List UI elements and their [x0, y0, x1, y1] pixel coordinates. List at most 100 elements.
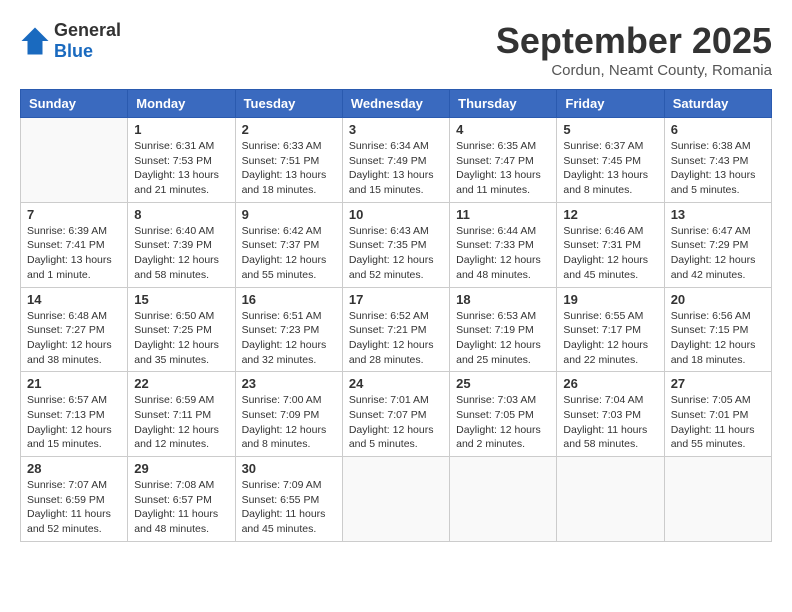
day-number: 26 — [563, 376, 657, 391]
day-info: Sunrise: 6:38 AM Sunset: 7:43 PM Dayligh… — [671, 139, 765, 198]
day-number: 10 — [349, 207, 443, 222]
calendar-cell: 13Sunrise: 6:47 AM Sunset: 7:29 PM Dayli… — [664, 202, 771, 287]
calendar-cell: 27Sunrise: 7:05 AM Sunset: 7:01 PM Dayli… — [664, 372, 771, 457]
day-number: 16 — [242, 292, 336, 307]
calendar-cell — [664, 457, 771, 542]
calendar-cell — [21, 118, 128, 203]
month-title: September 2025 — [496, 20, 772, 62]
day-number: 23 — [242, 376, 336, 391]
day-number: 1 — [134, 122, 228, 137]
calendar-cell: 29 Sunrise: 7:08 AM Sunset: 6:57 PM Dayli… — [128, 457, 235, 542]
calendar-cell: 14 Sunrise: 6:48 AM Sunset: 7:27 PM Dayli… — [21, 287, 128, 372]
calendar-cell: 16 Sunrise: 6:51 AM Sunset: 7:23 PM Dayli… — [235, 287, 342, 372]
day-number: 25 — [456, 376, 550, 391]
calendar-cell: 25 Sunrise: 7:03 AM Sunset: 7:05 PM Dayli… — [450, 372, 557, 457]
day-info: Sunrise: 6:35 AM Sunset: 7:47 PM Dayligh… — [456, 139, 550, 198]
day-info: Sunrise: 6:34 AM Sunset: 7:49 PM Dayligh… — [349, 139, 443, 198]
day-number: 3 — [349, 122, 443, 137]
calendar-cell: 3 Sunrise: 6:34 AM Sunset: 7:49 PM Daylig… — [342, 118, 449, 203]
calendar-week-row: 1 Sunrise: 6:31 AM Sunset: 7:53 PM Daylig… — [21, 118, 772, 203]
day-number: 7 — [27, 207, 121, 222]
day-number: 20 — [671, 292, 765, 307]
calendar-table: SundayMondayTuesdayWednesdayThursdayFrid… — [20, 89, 772, 542]
calendar-cell: 10 Sunrise: 6:43 AM Sunset: 7:35 PM Dayli… — [342, 202, 449, 287]
calendar-cell: 6 Sunrise: 6:38 AM Sunset: 7:43 PM Daylig… — [664, 118, 771, 203]
day-info: Sunrise: 6:56 AM Sunset: 7:15 PM Dayligh… — [671, 309, 765, 368]
calendar-week-row: 7 Sunrise: 6:39 AM Sunset: 7:41 PM Daylig… — [21, 202, 772, 287]
day-number: 8 — [134, 207, 228, 222]
day-info: Sunrise: 6:44 AM Sunset: 7:33 PM Dayligh… — [456, 224, 550, 283]
day-number: 12 — [563, 207, 657, 222]
day-number: 18 — [456, 292, 550, 307]
day-info: Sunrise: 6:52 AM Sunset: 7:21 PM Dayligh… — [349, 309, 443, 368]
day-info: Sunrise: 6:51 AM Sunset: 7:23 PM Dayligh… — [242, 309, 336, 368]
day-info: Sunrise: 7:03 AM Sunset: 7:05 PM Dayligh… — [456, 393, 550, 452]
day-info: Sunrise: 6:53 AM Sunset: 7:19 PM Dayligh… — [456, 309, 550, 368]
day-number: 30 — [242, 461, 336, 476]
day-info: Sunrise: 6:46 AM Sunset: 7:31 PM Dayligh… — [563, 224, 657, 283]
weekday-header: Wednesday — [342, 90, 449, 118]
day-number: 28 — [27, 461, 121, 476]
calendar-cell: 21 Sunrise: 6:57 AM Sunset: 7:13 PM Dayli… — [21, 372, 128, 457]
day-number: 14 — [27, 292, 121, 307]
calendar-cell: 1 Sunrise: 6:31 AM Sunset: 7:53 PM Daylig… — [128, 118, 235, 203]
day-number: 21 — [27, 376, 121, 391]
day-number: 15 — [134, 292, 228, 307]
weekday-header: Saturday — [664, 90, 771, 118]
title-block: September 2025 Cordun, Neamt County, Rom… — [496, 20, 772, 79]
day-number: 27 — [671, 376, 765, 391]
day-info: Sunrise: 6:50 AM Sunset: 7:25 PM Dayligh… — [134, 309, 228, 368]
weekday-header: Tuesday — [235, 90, 342, 118]
day-info: Sunrise: 6:48 AM Sunset: 7:27 PM Dayligh… — [27, 309, 121, 368]
day-info: Sunrise: 6:39 AM Sunset: 7:41 PM Dayligh… — [27, 224, 121, 283]
logo-text: General Blue — [54, 20, 121, 62]
calendar-cell: 5Sunrise: 6:37 AM Sunset: 7:45 PM Daylig… — [557, 118, 664, 203]
day-info: Sunrise: 6:43 AM Sunset: 7:35 PM Dayligh… — [349, 224, 443, 283]
day-info: Sunrise: 6:40 AM Sunset: 7:39 PM Dayligh… — [134, 224, 228, 283]
logo-blue: Blue — [54, 41, 121, 62]
calendar-cell: 2Sunrise: 6:33 AM Sunset: 7:51 PM Daylig… — [235, 118, 342, 203]
calendar-cell: 15 Sunrise: 6:50 AM Sunset: 7:25 PM Dayli… — [128, 287, 235, 372]
calendar-cell: 4 Sunrise: 6:35 AM Sunset: 7:47 PM Daylig… — [450, 118, 557, 203]
day-number: 24 — [349, 376, 443, 391]
calendar-cell — [450, 457, 557, 542]
calendar-cell: 20 Sunrise: 6:56 AM Sunset: 7:15 PM Dayli… — [664, 287, 771, 372]
day-info: Sunrise: 7:09 AM Sunset: 6:55 PM Dayligh… — [242, 478, 336, 537]
day-info: Sunrise: 6:37 AM Sunset: 7:45 PM Dayligh… — [563, 139, 657, 198]
page-header: General Blue September 2025 Cordun, Neam… — [20, 20, 772, 79]
weekday-header: Friday — [557, 90, 664, 118]
calendar-cell: 18 Sunrise: 6:53 AM Sunset: 7:19 PM Dayli… — [450, 287, 557, 372]
day-info: Sunrise: 7:00 AM Sunset: 7:09 PM Dayligh… — [242, 393, 336, 452]
calendar-cell: 19 Sunrise: 6:55 AM Sunset: 7:17 PM Dayli… — [557, 287, 664, 372]
calendar-cell: 28Sunrise: 7:07 AM Sunset: 6:59 PM Dayli… — [21, 457, 128, 542]
weekday-header: Sunday — [21, 90, 128, 118]
day-info: Sunrise: 6:47 AM Sunset: 7:29 PM Dayligh… — [671, 224, 765, 283]
logo-general: General — [54, 20, 121, 41]
calendar-cell: 17Sunrise: 6:52 AM Sunset: 7:21 PM Dayli… — [342, 287, 449, 372]
day-number: 11 — [456, 207, 550, 222]
weekday-header: Monday — [128, 90, 235, 118]
day-number: 4 — [456, 122, 550, 137]
day-info: Sunrise: 6:59 AM Sunset: 7:11 PM Dayligh… — [134, 393, 228, 452]
calendar-week-row: 28Sunrise: 7:07 AM Sunset: 6:59 PM Dayli… — [21, 457, 772, 542]
day-number: 19 — [563, 292, 657, 307]
day-info: Sunrise: 7:08 AM Sunset: 6:57 PM Dayligh… — [134, 478, 228, 537]
day-number: 22 — [134, 376, 228, 391]
calendar-cell: 7 Sunrise: 6:39 AM Sunset: 7:41 PM Daylig… — [21, 202, 128, 287]
day-info: Sunrise: 6:55 AM Sunset: 7:17 PM Dayligh… — [563, 309, 657, 368]
weekday-header: Thursday — [450, 90, 557, 118]
day-number: 9 — [242, 207, 336, 222]
day-info: Sunrise: 7:04 AM Sunset: 7:03 PM Dayligh… — [563, 393, 657, 452]
calendar-cell: 12 Sunrise: 6:46 AM Sunset: 7:31 PM Dayli… — [557, 202, 664, 287]
calendar-cell — [342, 457, 449, 542]
calendar-cell: 23 Sunrise: 7:00 AM Sunset: 7:09 PM Dayli… — [235, 372, 342, 457]
calendar-cell: 30 Sunrise: 7:09 AM Sunset: 6:55 PM Dayli… — [235, 457, 342, 542]
day-number: 29 — [134, 461, 228, 476]
day-info: Sunrise: 6:31 AM Sunset: 7:53 PM Dayligh… — [134, 139, 228, 198]
day-number: 6 — [671, 122, 765, 137]
day-info: Sunrise: 7:01 AM Sunset: 7:07 PM Dayligh… — [349, 393, 443, 452]
location-subtitle: Cordun, Neamt County, Romania — [496, 62, 772, 79]
calendar-cell: 26 Sunrise: 7:04 AM Sunset: 7:03 PM Dayli… — [557, 372, 664, 457]
day-info: Sunrise: 6:57 AM Sunset: 7:13 PM Dayligh… — [27, 393, 121, 452]
logo: General Blue — [20, 20, 121, 62]
